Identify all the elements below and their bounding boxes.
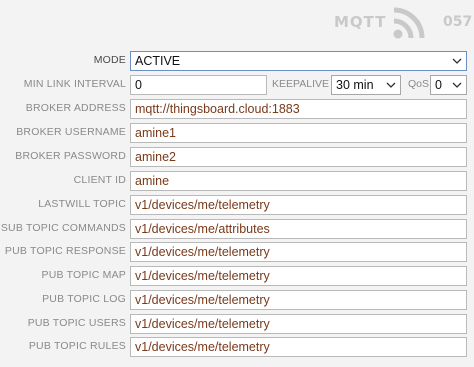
lastwill-topic-input[interactable]: v1/devices/me/telemetry (130, 195, 467, 215)
keepalive-value: 30 min (336, 78, 374, 92)
pub-topic-users-row: PUB TOPIC USERS v1/devices/me/telemetry (0, 314, 474, 336)
pub-topic-response-label: PUB TOPIC RESPONSE (4, 245, 126, 257)
mode-row: MODE ACTIVE (0, 51, 474, 73)
wifi-signal-icon (393, 7, 425, 39)
pub-topic-users-input[interactable]: v1/devices/me/telemetry (130, 314, 467, 334)
client-id-input[interactable]: amine (130, 171, 467, 191)
broker-address-input[interactable]: mqtt://thingsboard.cloud:1883 (130, 99, 467, 119)
mode-label: MODE (93, 54, 126, 66)
pub-topic-response-input[interactable]: v1/devices/me/telemetry (130, 242, 467, 262)
min-link-row: MIN LINK INTERVAL 0 KEEPALIVE 30 min QoS… (0, 75, 474, 97)
header-title: MQTT (334, 13, 387, 31)
chevron-down-icon (386, 82, 396, 88)
pub-topic-users-label: PUB TOPIC USERS (27, 317, 126, 329)
pub-topic-map-row: PUB TOPIC MAP v1/devices/me/telemetry (0, 266, 474, 288)
min-link-interval-input[interactable]: 0 (130, 75, 267, 95)
pub-topic-rules-label: PUB TOPIC RULES (28, 340, 126, 352)
broker-username-label: BROKER USERNAME (16, 126, 126, 138)
chevron-down-icon (452, 58, 462, 64)
client-id-label: CLIENT ID (73, 174, 126, 186)
keepalive-label: KEEPALIVE (272, 78, 330, 90)
client-id-row: CLIENT ID amine (0, 171, 474, 193)
broker-address-row: BROKER ADDRESS mqtt://thingsboard.cloud:… (0, 99, 474, 121)
sub-topic-commands-row: SUB TOPIC COMMANDS v1/devices/me/attribu… (0, 219, 474, 241)
pub-topic-log-label: PUB TOPIC LOG (42, 293, 126, 305)
pub-topic-response-row: PUB TOPIC RESPONSE v1/devices/me/telemet… (0, 242, 474, 264)
broker-password-input[interactable]: amine2 (130, 147, 467, 167)
qos-label: QoS (408, 78, 430, 90)
pub-topic-map-label: PUB TOPIC MAP (41, 269, 126, 281)
min-link-interval-label: MIN LINK INTERVAL (23, 78, 126, 90)
sub-topic-commands-label: SUB TOPIC COMMANDS (0, 222, 126, 234)
pub-topic-log-input[interactable]: v1/devices/me/telemetry (130, 290, 467, 310)
mode-select[interactable]: ACTIVE (130, 51, 467, 71)
broker-username-input[interactable]: amine1 (130, 123, 467, 143)
broker-password-row: BROKER PASSWORD amine2 (0, 147, 474, 169)
mode-value: ACTIVE (135, 54, 181, 68)
header: MQTT 057 (0, 0, 474, 46)
broker-password-label: BROKER PASSWORD (15, 150, 126, 162)
keepalive-select[interactable]: 30 min (331, 75, 401, 95)
qos-select[interactable]: 0 (430, 75, 467, 95)
pub-topic-map-input[interactable]: v1/devices/me/telemetry (130, 266, 467, 286)
lastwill-topic-label: LASTWILL TOPIC (38, 198, 126, 210)
qos-value: 0 (435, 78, 442, 92)
header-number: 057 (443, 14, 473, 30)
chevron-down-icon (452, 82, 462, 88)
pub-topic-rules-input[interactable]: v1/devices/me/telemetry (130, 337, 467, 357)
broker-username-row: BROKER USERNAME amine1 (0, 123, 474, 145)
pub-topic-rules-row: PUB TOPIC RULES v1/devices/me/telemetry (0, 337, 474, 359)
lastwill-topic-row: LASTWILL TOPIC v1/devices/me/telemetry (0, 195, 474, 217)
sub-topic-commands-input[interactable]: v1/devices/me/attributes (130, 219, 467, 239)
broker-address-label: BROKER ADDRESS (25, 102, 126, 114)
pub-topic-log-row: PUB TOPIC LOG v1/devices/me/telemetry (0, 290, 474, 312)
